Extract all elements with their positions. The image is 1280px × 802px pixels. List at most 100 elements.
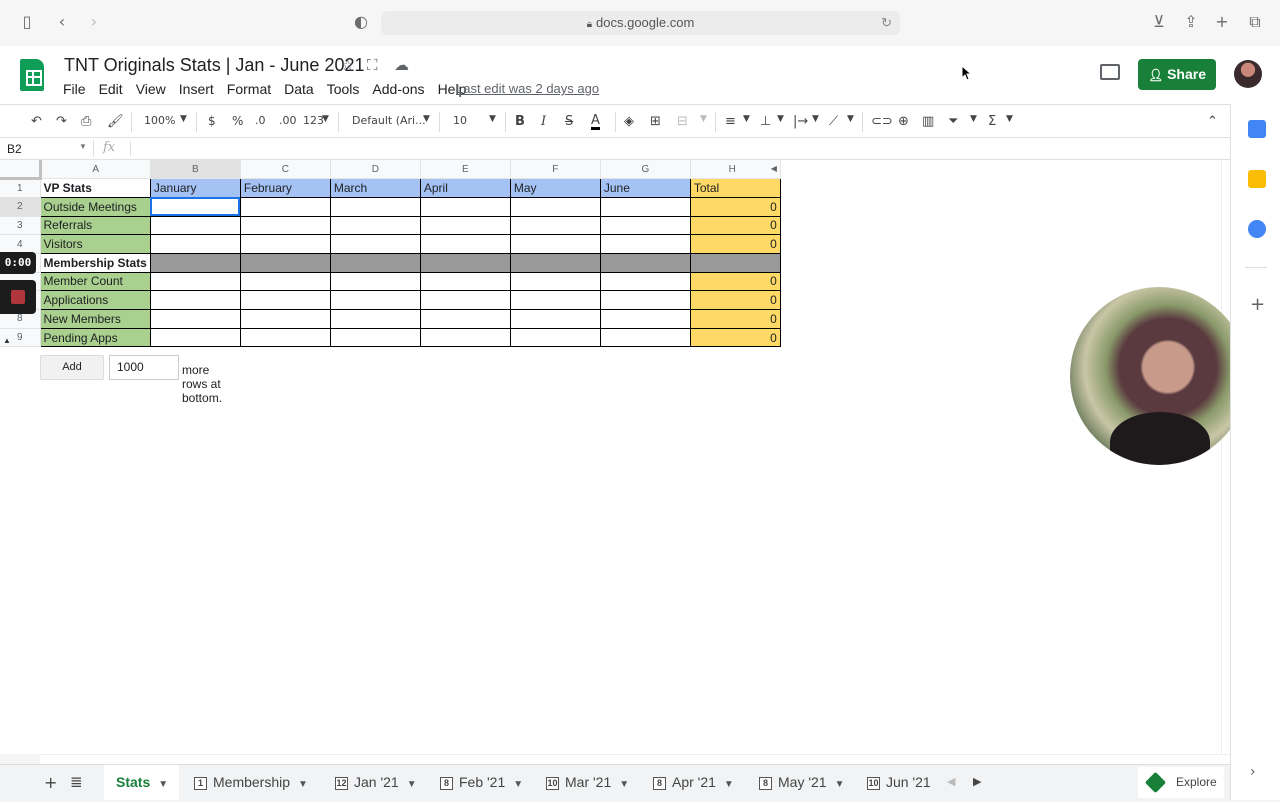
- cell[interactable]: [239, 234, 331, 254]
- tab-feb-21[interactable]: 8 Feb '21 ▼: [428, 765, 530, 800]
- fill-color-icon[interactable]: ◈: [624, 114, 634, 129]
- cell[interactable]: [149, 215, 241, 236]
- cell[interactable]: [329, 271, 421, 292]
- cell[interactable]: [149, 290, 241, 310]
- cell[interactable]: [329, 234, 421, 254]
- borders-icon[interactable]: ⊞: [650, 114, 661, 129]
- menu-data[interactable]: Data: [284, 81, 314, 97]
- scroll-tabs-left-icon[interactable]: ◀: [947, 775, 955, 788]
- tab-jan-21[interactable]: 12 Jan '21 ▼: [323, 765, 425, 800]
- tab-apr-21[interactable]: 8 Apr '21 ▼: [641, 765, 744, 800]
- get-addons-icon[interactable]: +: [1250, 294, 1265, 315]
- strikethrough-button[interactable]: S: [565, 114, 573, 129]
- chevron-down-icon[interactable]: ▼: [619, 779, 629, 790]
- cell[interactable]: [509, 234, 601, 254]
- cell[interactable]: [329, 309, 421, 329]
- text-rotation-icon[interactable]: ⟋: [829, 114, 838, 129]
- column-header[interactable]: F: [510, 160, 601, 180]
- chevron-down-icon[interactable]: ▼: [489, 114, 496, 124]
- keep-icon[interactable]: [1248, 170, 1266, 188]
- cell[interactable]: New Members: [39, 309, 151, 329]
- vertical-scrollbar[interactable]: [1221, 160, 1230, 754]
- collapse-menus-icon[interactable]: ⌃: [1207, 114, 1218, 129]
- sheets-logo-icon[interactable]: [20, 59, 44, 91]
- add-rows-input[interactable]: 1000: [109, 355, 179, 380]
- cell[interactable]: 0: [689, 290, 781, 310]
- cell[interactable]: [689, 252, 781, 273]
- menu-view[interactable]: View: [136, 81, 166, 97]
- cell[interactable]: 0: [689, 234, 781, 254]
- cell[interactable]: [599, 271, 691, 292]
- cell[interactable]: 0: [689, 327, 781, 348]
- address-bar[interactable]: 🔒︎ docs.google.com ↻: [381, 11, 900, 35]
- menu-tools[interactable]: Tools: [327, 81, 360, 97]
- chevron-down-icon[interactable]: ▼: [79, 142, 87, 151]
- calendar-icon[interactable]: [1248, 120, 1266, 138]
- last-edit-link[interactable]: Last edit was 2 days ago: [456, 81, 599, 96]
- filter-icon[interactable]: ⏷: [948, 114, 958, 129]
- tab-overview-icon[interactable]: ⧉: [1245, 12, 1265, 32]
- bold-button[interactable]: B: [515, 114, 525, 129]
- name-box[interactable]: B2: [7, 142, 22, 156]
- cell[interactable]: [599, 309, 691, 329]
- cell[interactable]: [329, 252, 421, 273]
- chevron-down-icon[interactable]: ▼: [513, 779, 523, 790]
- menu-edit[interactable]: Edit: [99, 81, 123, 97]
- move-to-drive-icon[interactable]: ⛶: [367, 56, 378, 74]
- row-header[interactable]: 3: [0, 216, 41, 236]
- share-sheet-icon[interactable]: ⇪: [1181, 12, 1201, 32]
- formula-input[interactable]: [140, 142, 1220, 156]
- share-button[interactable]: 👤︎ Share: [1138, 59, 1216, 90]
- cell[interactable]: [419, 290, 511, 310]
- chevron-down-icon[interactable]: ▼: [407, 779, 417, 790]
- star-icon[interactable]: ☆: [341, 56, 354, 74]
- show-side-panel-icon[interactable]: ›: [1250, 764, 1256, 780]
- cell[interactable]: [149, 327, 241, 348]
- scroll-tabs-right-icon[interactable]: ▶: [973, 775, 981, 788]
- column-header[interactable]: D: [330, 160, 421, 180]
- menu-insert[interactable]: Insert: [179, 81, 214, 97]
- cell[interactable]: [419, 327, 511, 348]
- cell[interactable]: [509, 290, 601, 310]
- cell[interactable]: Outside Meetings: [39, 196, 151, 217]
- comment-history-icon[interactable]: [1100, 64, 1120, 80]
- cell[interactable]: [419, 309, 511, 329]
- row-header[interactable]: 1: [0, 178, 41, 198]
- row-header[interactable]: 4: [0, 234, 41, 254]
- chevron-down-icon[interactable]: ▼: [777, 114, 784, 124]
- stop-recording-button[interactable]: [0, 280, 36, 314]
- cell[interactable]: [239, 290, 331, 310]
- functions-icon[interactable]: Σ: [988, 114, 996, 129]
- chevron-down-icon[interactable]: ▼: [700, 114, 707, 124]
- chevron-down-icon[interactable]: ▼: [322, 114, 329, 124]
- tab-may-21[interactable]: 8 May '21 ▼: [747, 765, 852, 800]
- cell[interactable]: [149, 234, 241, 254]
- undo-icon[interactable]: ↶: [31, 114, 42, 129]
- chevron-down-icon[interactable]: ▼: [970, 114, 977, 124]
- cell[interactable]: [239, 271, 331, 292]
- column-header[interactable]: B: [150, 160, 241, 180]
- cell[interactable]: [599, 215, 691, 236]
- italic-button[interactable]: I: [541, 114, 546, 129]
- cell[interactable]: [419, 215, 511, 236]
- selected-cell[interactable]: [149, 196, 241, 217]
- column-header[interactable]: E: [420, 160, 511, 180]
- tab-jun-21[interactable]: 10 Jun '21: [855, 765, 935, 800]
- percent-format-button[interactable]: %: [232, 114, 243, 128]
- chevron-down-icon[interactable]: ▼: [724, 779, 734, 790]
- tasks-icon[interactable]: [1248, 220, 1266, 238]
- cell[interactable]: 0: [689, 271, 781, 292]
- insert-chart-icon[interactable]: ▥: [922, 114, 934, 129]
- add-sheet-icon[interactable]: +: [44, 773, 57, 792]
- cell[interactable]: [239, 252, 331, 273]
- reload-icon[interactable]: ↻: [881, 11, 892, 35]
- text-wrapping-icon[interactable]: |→: [793, 114, 808, 129]
- increase-decimal-button[interactable]: .00: [279, 114, 297, 127]
- vertical-align-icon[interactable]: ⊥: [760, 114, 771, 129]
- shield-icon[interactable]: ◐: [351, 12, 371, 32]
- cell[interactable]: Referrals: [39, 215, 151, 236]
- chevron-down-icon[interactable]: ▼: [158, 779, 168, 790]
- insert-link-icon[interactable]: ⊂⊃: [871, 114, 893, 129]
- cell[interactable]: [239, 215, 331, 236]
- cell[interactable]: [509, 271, 601, 292]
